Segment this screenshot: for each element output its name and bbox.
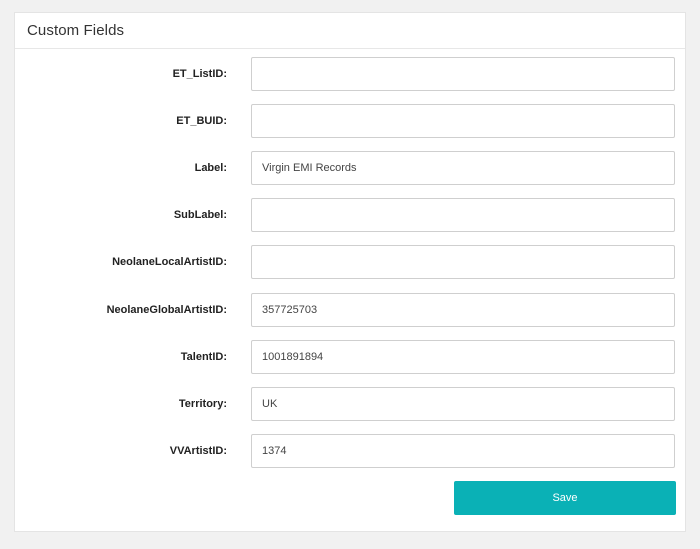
form-row-sublabel: SubLabel: <box>15 198 687 232</box>
sublabel-label: SubLabel: <box>173 209 227 221</box>
et-buid-label: ET_BUID: <box>176 115 227 127</box>
label-field-label: Label: <box>194 162 227 174</box>
label-input[interactable] <box>251 151 675 185</box>
territory-input[interactable] <box>251 387 675 421</box>
form-row-talent-id: TalentID: <box>15 340 687 374</box>
custom-fields-panel: Custom Fields ET_ListID: ET_BUID: Label:… <box>14 12 686 532</box>
sublabel-input[interactable] <box>251 198 675 232</box>
et-listid-input[interactable] <box>251 57 675 91</box>
neolane-global-artist-id-label: NeolaneGlobalArtistID: <box>106 304 227 316</box>
form-row-territory: Territory: <box>15 387 687 421</box>
form-row-neolane-local-artist-id: NeolaneLocalArtistID: <box>15 245 687 279</box>
et-buid-input[interactable] <box>251 104 675 138</box>
form-row-et-listid: ET_ListID: <box>15 57 687 91</box>
territory-label: Territory: <box>178 398 227 410</box>
form-row-neolane-global-artist-id: NeolaneGlobalArtistID: <box>15 293 687 327</box>
neolane-local-artist-id-input[interactable] <box>251 245 675 279</box>
form-row-label: Label: <box>15 151 687 185</box>
panel-title: Custom Fields <box>27 22 125 39</box>
neolane-local-artist-id-label: NeolaneLocalArtistID: <box>112 256 227 268</box>
et-listid-label: ET_ListID: <box>172 68 227 80</box>
vv-artist-id-input[interactable] <box>251 434 675 468</box>
talent-id-input[interactable] <box>251 340 675 374</box>
form-row-vv-artist-id: VVArtistID: <box>15 434 687 468</box>
talent-id-label: TalentID: <box>180 351 227 363</box>
save-button[interactable]: Save <box>454 481 676 515</box>
vv-artist-id-label: VVArtistID: <box>169 445 227 457</box>
neolane-global-artist-id-input[interactable] <box>251 293 675 327</box>
panel-header: Custom Fields <box>15 13 685 49</box>
form-row-et-buid: ET_BUID: <box>15 104 687 138</box>
